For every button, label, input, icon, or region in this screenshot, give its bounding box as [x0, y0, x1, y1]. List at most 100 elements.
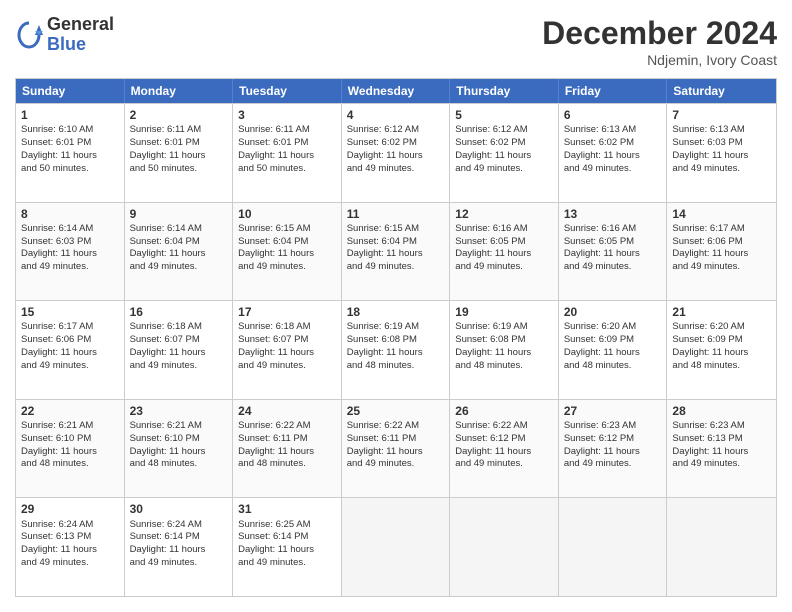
day-info-line: Sunset: 6:07 PM — [238, 334, 336, 347]
day-info-line: Sunrise: 6:11 AM — [238, 124, 336, 137]
day-info-line: Sunset: 6:10 PM — [21, 433, 119, 446]
day-cell-22: 22Sunrise: 6:21 AMSunset: 6:10 PMDayligh… — [16, 400, 125, 498]
day-number: 13 — [564, 206, 662, 222]
day-info-line: and 49 minutes. — [672, 163, 771, 176]
day-number: 7 — [672, 107, 771, 123]
calendar-row-3: 15Sunrise: 6:17 AMSunset: 6:06 PMDayligh… — [16, 300, 776, 399]
calendar-header: SundayMondayTuesdayWednesdayThursdayFrid… — [16, 79, 776, 103]
day-number: 5 — [455, 107, 553, 123]
day-info-line: Sunrise: 6:12 AM — [455, 124, 553, 137]
day-info-line: Sunset: 6:13 PM — [21, 531, 119, 544]
day-info-line: Sunrise: 6:17 AM — [672, 223, 771, 236]
day-info-line: Sunset: 6:04 PM — [238, 236, 336, 249]
day-info-line: and 48 minutes. — [455, 360, 553, 373]
calendar-body: 1Sunrise: 6:10 AMSunset: 6:01 PMDaylight… — [16, 103, 776, 596]
day-info-line: Sunset: 6:01 PM — [130, 137, 228, 150]
day-info-line: Sunset: 6:08 PM — [347, 334, 445, 347]
empty-cell — [450, 498, 559, 596]
day-cell-11: 11Sunrise: 6:15 AMSunset: 6:04 PMDayligh… — [342, 203, 451, 301]
day-info-line: Sunset: 6:07 PM — [130, 334, 228, 347]
day-number: 11 — [347, 206, 445, 222]
day-info-line: Sunrise: 6:18 AM — [238, 321, 336, 334]
header-thursday: Thursday — [450, 79, 559, 103]
day-info-line: Sunset: 6:01 PM — [21, 137, 119, 150]
day-info-line: and 49 minutes. — [672, 261, 771, 274]
header-saturday: Saturday — [667, 79, 776, 103]
day-number: 24 — [238, 403, 336, 419]
day-cell-3: 3Sunrise: 6:11 AMSunset: 6:01 PMDaylight… — [233, 104, 342, 202]
day-info-line: Daylight: 11 hours — [564, 446, 662, 459]
day-info-line: Daylight: 11 hours — [130, 544, 228, 557]
day-info-line: Sunrise: 6:23 AM — [672, 420, 771, 433]
day-info-line: Sunset: 6:09 PM — [564, 334, 662, 347]
day-info-line: Sunset: 6:11 PM — [238, 433, 336, 446]
day-cell-13: 13Sunrise: 6:16 AMSunset: 6:05 PMDayligh… — [559, 203, 668, 301]
title-block: December 2024 Ndjemin, Ivory Coast — [542, 15, 777, 68]
day-info-line: Sunset: 6:05 PM — [455, 236, 553, 249]
day-info-line: Sunrise: 6:22 AM — [238, 420, 336, 433]
calendar-row-4: 22Sunrise: 6:21 AMSunset: 6:10 PMDayligh… — [16, 399, 776, 498]
day-info-line: and 49 minutes. — [672, 458, 771, 471]
day-cell-25: 25Sunrise: 6:22 AMSunset: 6:11 PMDayligh… — [342, 400, 451, 498]
day-info-line: Sunrise: 6:22 AM — [347, 420, 445, 433]
header-sunday: Sunday — [16, 79, 125, 103]
day-info-line: Daylight: 11 hours — [238, 544, 336, 557]
day-info-line: and 48 minutes. — [130, 458, 228, 471]
day-info-line: Sunrise: 6:15 AM — [238, 223, 336, 236]
day-info-line: and 50 minutes. — [238, 163, 336, 176]
day-info-line: Daylight: 11 hours — [347, 446, 445, 459]
day-info-line: and 49 minutes. — [564, 163, 662, 176]
day-number: 25 — [347, 403, 445, 419]
day-number: 19 — [455, 304, 553, 320]
day-number: 3 — [238, 107, 336, 123]
day-cell-8: 8Sunrise: 6:14 AMSunset: 6:03 PMDaylight… — [16, 203, 125, 301]
day-info-line: Sunrise: 6:19 AM — [347, 321, 445, 334]
day-cell-31: 31Sunrise: 6:25 AMSunset: 6:14 PMDayligh… — [233, 498, 342, 596]
calendar-row-5: 29Sunrise: 6:24 AMSunset: 6:13 PMDayligh… — [16, 497, 776, 596]
header-friday: Friday — [559, 79, 668, 103]
day-info-line: Sunrise: 6:12 AM — [347, 124, 445, 137]
day-info-line: Sunset: 6:03 PM — [21, 236, 119, 249]
header-wednesday: Wednesday — [342, 79, 451, 103]
day-info-line: Sunset: 6:14 PM — [130, 531, 228, 544]
day-info-line: Sunset: 6:06 PM — [21, 334, 119, 347]
day-cell-19: 19Sunrise: 6:19 AMSunset: 6:08 PMDayligh… — [450, 301, 559, 399]
day-info-line: Daylight: 11 hours — [21, 347, 119, 360]
empty-cell — [667, 498, 776, 596]
month-title: December 2024 — [542, 15, 777, 52]
day-number: 20 — [564, 304, 662, 320]
day-number: 6 — [564, 107, 662, 123]
day-cell-5: 5Sunrise: 6:12 AMSunset: 6:02 PMDaylight… — [450, 104, 559, 202]
day-info-line: and 48 minutes. — [347, 360, 445, 373]
day-info-line: Sunrise: 6:16 AM — [455, 223, 553, 236]
day-cell-27: 27Sunrise: 6:23 AMSunset: 6:12 PMDayligh… — [559, 400, 668, 498]
day-info-line: and 49 minutes. — [347, 163, 445, 176]
day-info-line: Daylight: 11 hours — [238, 150, 336, 163]
logo: General Blue — [15, 15, 114, 55]
day-info-line: Daylight: 11 hours — [564, 150, 662, 163]
day-info-line: and 49 minutes. — [455, 458, 553, 471]
day-cell-29: 29Sunrise: 6:24 AMSunset: 6:13 PMDayligh… — [16, 498, 125, 596]
day-cell-4: 4Sunrise: 6:12 AMSunset: 6:02 PMDaylight… — [342, 104, 451, 202]
day-number: 27 — [564, 403, 662, 419]
day-number: 4 — [347, 107, 445, 123]
day-info-line: Daylight: 11 hours — [130, 248, 228, 261]
day-info-line: Sunrise: 6:15 AM — [347, 223, 445, 236]
day-number: 12 — [455, 206, 553, 222]
day-number: 2 — [130, 107, 228, 123]
day-info-line: and 49 minutes. — [347, 261, 445, 274]
day-info-line: and 50 minutes. — [130, 163, 228, 176]
day-cell-12: 12Sunrise: 6:16 AMSunset: 6:05 PMDayligh… — [450, 203, 559, 301]
day-info-line: and 49 minutes. — [238, 360, 336, 373]
day-number: 15 — [21, 304, 119, 320]
location-subtitle: Ndjemin, Ivory Coast — [542, 52, 777, 68]
day-cell-20: 20Sunrise: 6:20 AMSunset: 6:09 PMDayligh… — [559, 301, 668, 399]
day-info-line: Daylight: 11 hours — [21, 446, 119, 459]
day-info-line: and 49 minutes. — [130, 360, 228, 373]
header: General Blue December 2024 Ndjemin, Ivor… — [15, 15, 777, 68]
day-info-line: and 49 minutes. — [130, 261, 228, 274]
day-info-line: Sunrise: 6:14 AM — [130, 223, 228, 236]
empty-cell — [559, 498, 668, 596]
day-info-line: and 49 minutes. — [564, 261, 662, 274]
day-info-line: Daylight: 11 hours — [455, 446, 553, 459]
